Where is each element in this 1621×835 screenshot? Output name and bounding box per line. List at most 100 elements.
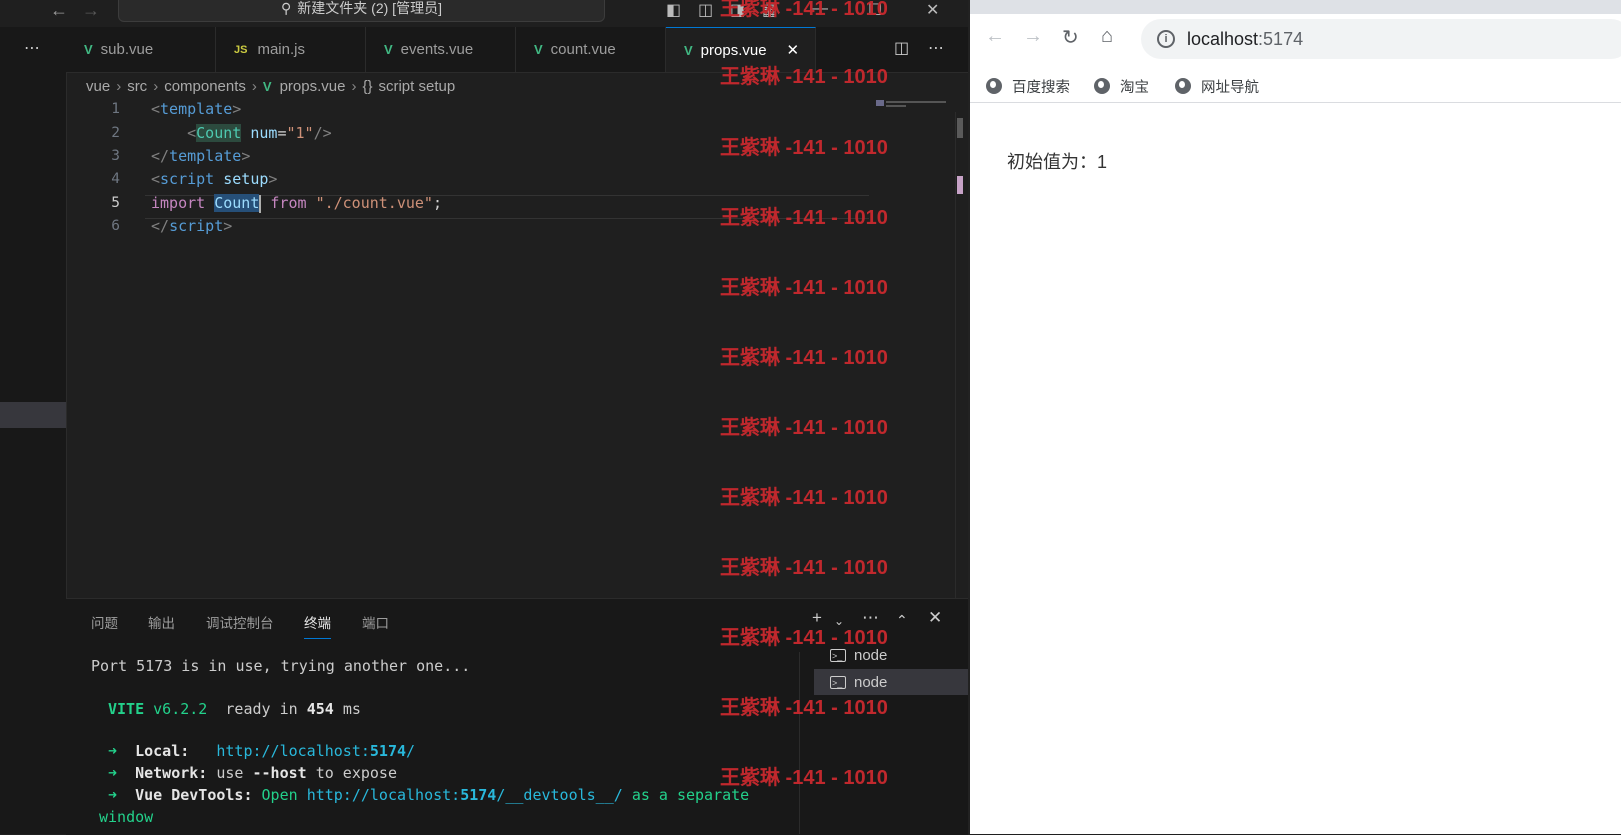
bookmark-label: 淘宝 [1120,79,1149,96]
browser-back-icon[interactable]: ← [985,25,1005,48]
watermark: 王紫琳 -141 - 1010 [720,627,888,649]
search-icon: ⚲ [281,0,292,16]
reload-icon[interactable]: ↻ [1062,25,1079,50]
home-icon[interactable]: ⌂ [1101,25,1113,48]
globe-icon [986,78,1002,94]
more-actions-icon[interactable]: ⋯ [24,38,41,58]
vite-version: v6.2.2 [153,700,208,718]
terminal-icon: >_ [830,648,846,662]
tab-output[interactable]: 输出 [148,612,175,632]
arrow-right-icon: ➜ [108,742,118,760]
tab-count-vue[interactable]: V count.vue [516,27,666,72]
tab-label: props.vue [700,41,767,59]
ready-ms: 454 [306,700,334,718]
tab-label: count.vue [550,41,616,58]
address-port: :5174 [1258,28,1304,49]
text-cursor [259,194,262,213]
local-url[interactable]: http://localhost:5174/ [216,742,415,760]
ms-unit: ms [342,700,361,718]
tab-ports[interactable]: 端口 [362,612,389,632]
split-editor-icon[interactable]: ◫ [894,38,909,58]
close-panel-icon[interactable]: ✕ [928,608,942,628]
breadcrumb-item[interactable]: script setup [378,78,455,95]
devtools-text: Open [261,786,298,804]
bookmark-taobao[interactable]: 淘宝 [1094,70,1149,102]
bookmark-label: 百度搜索 [1012,79,1070,96]
tab-label: events.vue [400,41,474,58]
watermark: 王紫琳 -141 - 1010 [720,277,888,299]
terminal-list-divider [799,652,800,834]
code-line-5[interactable]: import Count from "./count.vue"; [151,194,442,213]
breadcrumb-item[interactable]: src [127,78,147,95]
watermark: 王紫琳 -141 - 1010 [720,66,888,88]
browser-forward-icon[interactable]: → [1023,25,1043,48]
watermark: 王紫琳 -141 - 1010 [720,207,888,229]
command-center[interactable]: ⚲ 新建文件夹 (2) [管理员] [118,0,605,22]
maximize-panel-icon[interactable]: ⌃ [896,612,908,629]
bookmark-navigation[interactable]: 网址导航 [1175,70,1259,102]
breadcrumb-item[interactable]: vue [86,78,110,95]
url-part: http://localhost: [306,786,461,804]
url-part: / [406,742,416,760]
watermark: 王紫琳 -141 - 1010 [720,557,888,579]
tab-events-vue[interactable]: V events.vue [366,27,516,72]
watermark: 王紫琳 -141 - 1010 [720,137,888,159]
watermark: 王紫琳 -141 - 1010 [720,347,888,369]
tab-label: main.js [257,41,305,58]
tab-problems[interactable]: 问题 [91,612,118,632]
url-port: 5174 [369,742,407,760]
network-flag: --host [252,764,307,782]
breadcrumb-item[interactable]: props.vue [280,78,346,95]
back-arrow-icon[interactable]: ← [50,0,68,21]
watermark: 王紫琳 -141 - 1010 [720,487,888,509]
tab-main-js[interactable]: JS main.js [216,27,366,72]
breadcrumb: vue › src › components › Vprops.vue › {} scri… [86,75,455,97]
devtools-url[interactable]: http://localhost:5174/__devtools__/ [307,786,623,804]
chevron-right-icon: › [251,77,257,95]
url-part: http://localhost: [216,742,370,760]
watermark: 王紫琳 -141 - 1010 [720,767,888,789]
code-line-2[interactable]: <Count num="1"/> [151,124,332,142]
sidebar-strip [0,27,67,834]
line-number: 3 [111,148,120,164]
close-tab-icon[interactable]: ✕ [787,41,800,59]
tab-label: sub.vue [100,41,154,58]
globe-icon [1094,78,1110,94]
scrollbar-thumb[interactable] [957,118,963,138]
code-line-3[interactable]: </template> [151,147,250,165]
editor-more-actions-icon[interactable]: ⋯ [928,38,944,58]
address-bar[interactable]: i localhost:5174 [1141,19,1621,59]
vue-file-icon: V [262,78,272,94]
bookmark-baidu[interactable]: 百度搜索 [986,70,1070,102]
toggle-primary-sidebar-icon[interactable]: ◧ [666,0,681,20]
terminal-line: ➜ Local: http://localhost:5174/ [108,742,415,760]
breadcrumb-item[interactable]: components [164,78,246,95]
toggle-panel-icon[interactable]: ◫ [698,0,713,20]
workspace-title: 新建文件夹 (2) [管理员] [297,0,442,16]
forward-arrow-icon[interactable]: → [82,0,100,21]
code-line-4[interactable]: <script setup> [151,170,277,188]
sidebar-selected-row[interactable] [0,402,66,428]
arrow-right-icon: ➜ [108,786,118,804]
code-line-1[interactable]: <template> [151,100,241,118]
ready-text: ready in [225,700,298,718]
watermark: 王紫琳 -141 - 1010 [720,697,888,719]
network-text: use [216,764,244,782]
tab-terminal[interactable]: 终端 [304,612,331,639]
chevron-right-icon: › [153,77,159,95]
close-window-icon[interactable]: ✕ [926,0,939,20]
terminal-icon: >_ [830,675,846,689]
url-part: /__devtools__/ [496,786,623,804]
tab-debug-console[interactable]: 调试控制台 [206,612,274,632]
browser-tab-strip [970,0,1621,14]
minimap[interactable] [876,100,956,108]
tab-sub-vue[interactable]: V sub.vue [66,27,216,72]
line-number: 2 [111,125,120,141]
terminal-instance-label: node [854,673,888,691]
chevron-right-icon: › [351,77,357,95]
watermark: 王紫琳 -141 - 1010 [720,417,888,439]
braces-icon: {} [362,77,373,95]
site-info-icon[interactable]: i [1157,30,1175,48]
devtools-label: Vue DevTools: [135,786,253,804]
code-line-6[interactable]: </script> [151,217,232,235]
